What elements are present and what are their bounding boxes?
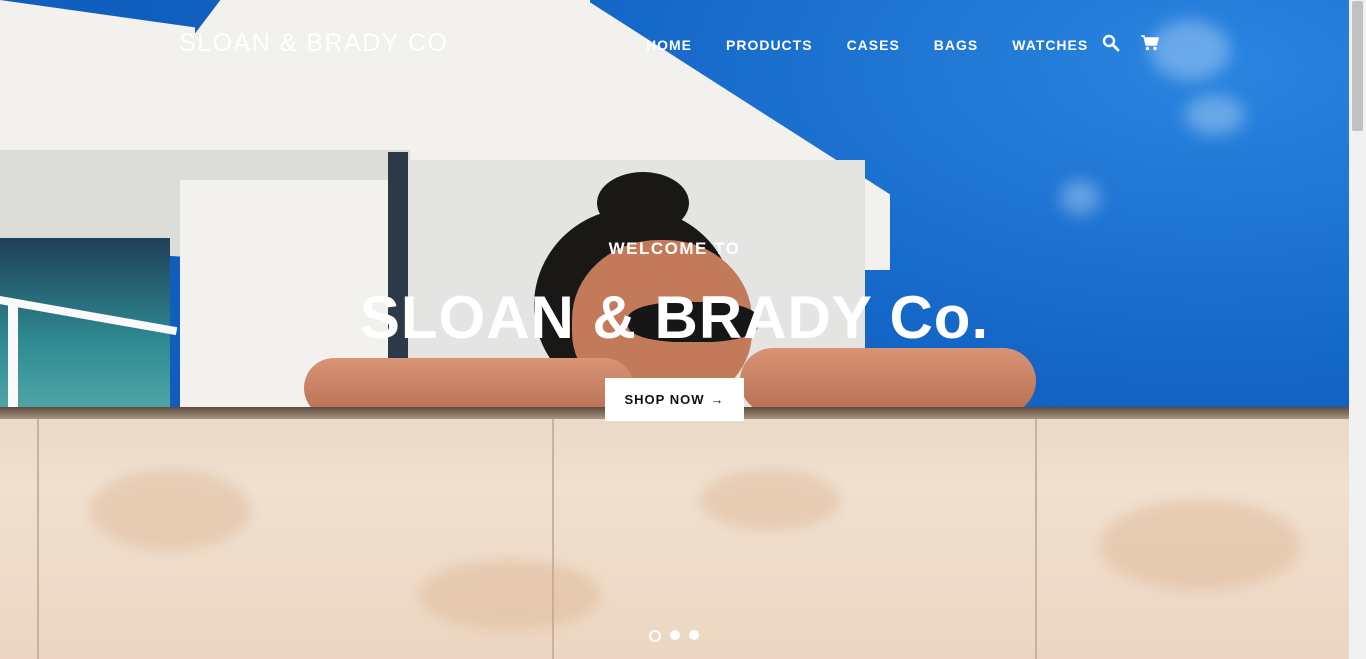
- right-arm: [740, 348, 1036, 414]
- site-logo[interactable]: SLOAN & BRADY CO: [179, 29, 448, 58]
- cloud: [1060, 180, 1100, 215]
- scrollbar-thumb[interactable]: [1352, 1, 1363, 131]
- nav-cases[interactable]: CASES: [847, 37, 900, 53]
- hero-kicker: WELCOME TO: [608, 239, 741, 258]
- main-nav: HOME PRODUCTS CASES BAGS WATCHES: [646, 37, 1122, 53]
- search-icon[interactable]: [1102, 34, 1120, 57]
- cloud: [1150, 20, 1230, 80]
- nav-products[interactable]: PRODUCTS: [726, 37, 813, 53]
- hero-slideshow: SLOAN & BRADY CO HOME PRODUCTS CASES BAG…: [0, 0, 1349, 659]
- nav-home[interactable]: HOME: [646, 37, 692, 53]
- slide-dots: [649, 630, 699, 642]
- wall-seam: [37, 419, 39, 659]
- page-scrollbar[interactable]: [1349, 0, 1366, 659]
- arrow-right-icon: →: [710, 392, 725, 407]
- hero-title: SLOAN & BRADY Co.: [359, 284, 990, 351]
- wall-texture: [420, 560, 600, 630]
- cart-icon[interactable]: [1140, 34, 1160, 57]
- slide-dot-1[interactable]: [649, 630, 661, 642]
- wall-texture: [700, 470, 840, 530]
- nav-bags[interactable]: BAGS: [934, 37, 978, 53]
- wall-seam: [1035, 419, 1037, 659]
- slide-dot-3[interactable]: [689, 630, 699, 640]
- nav-watches[interactable]: WATCHES: [1012, 37, 1088, 53]
- shop-now-label: SHOP NOW: [624, 392, 705, 407]
- wall-texture: [1100, 500, 1300, 590]
- cloud: [1185, 95, 1245, 135]
- wall-texture: [90, 470, 250, 550]
- slide-dot-2[interactable]: [670, 630, 680, 640]
- shop-now-button[interactable]: SHOP NOW →: [605, 378, 744, 421]
